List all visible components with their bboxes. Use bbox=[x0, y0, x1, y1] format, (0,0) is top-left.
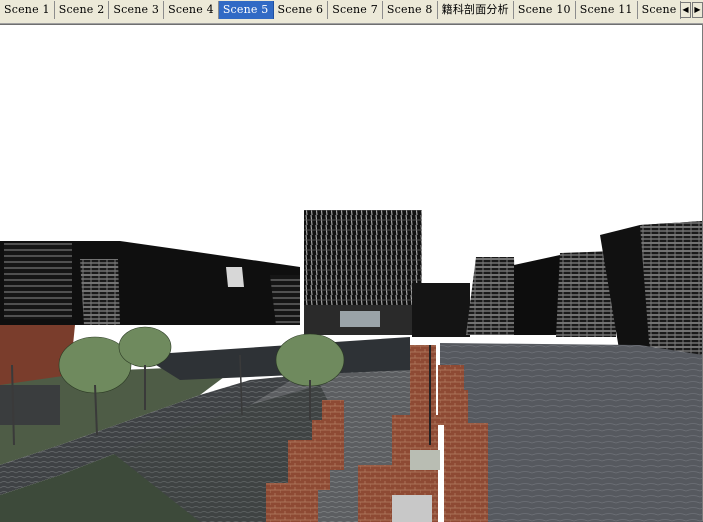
scene-tabs: Scene 1 Scene 2 Scene 3 Scene 4 Scene 5 Scene… bbox=[0, 1, 682, 21]
sketchup-window: Scene 1 Scene 2 Scene 3 Scene 4 Scene 5 Scene… bbox=[0, 0, 703, 522]
scene-tab[interactable]: Scene 10 bbox=[513, 1, 576, 19]
scene-tab[interactable]: 籍科剖面分析 bbox=[437, 1, 514, 19]
scroll-tabs-right-button[interactable]: ▶ bbox=[692, 2, 703, 18]
scene-tab-bar: Scene 1 Scene 2 Scene 3 Scene 4 Scene 5 Scene… bbox=[0, 0, 703, 24]
scene-tab[interactable]: Scene 7 bbox=[328, 1, 383, 19]
scene-tab[interactable]: Scene 8 bbox=[382, 1, 438, 19]
model-viewport[interactable] bbox=[0, 24, 703, 522]
scene-tab[interactable]: Scene 1 bbox=[0, 1, 55, 19]
scene-tab[interactable]: Scene 2 bbox=[54, 1, 110, 19]
scene-tab[interactable]: Scene 5 bbox=[218, 1, 274, 19]
3d-model-view[interactable] bbox=[0, 25, 703, 522]
scene-tab[interactable]: Scene bbox=[637, 1, 682, 19]
scene-tab[interactable]: Scene 4 bbox=[164, 1, 219, 19]
arrow-left-icon: ◀ bbox=[682, 5, 689, 14]
scroll-tabs-left-button[interactable]: ◀ bbox=[680, 2, 691, 18]
central-tower bbox=[304, 210, 422, 335]
scene-tab[interactable]: Scene 6 bbox=[273, 1, 329, 19]
scene-tab[interactable]: Scene 3 bbox=[109, 1, 165, 19]
scene-tab[interactable]: Scene 11 bbox=[575, 1, 638, 19]
arrow-right-icon: ▶ bbox=[694, 5, 701, 14]
